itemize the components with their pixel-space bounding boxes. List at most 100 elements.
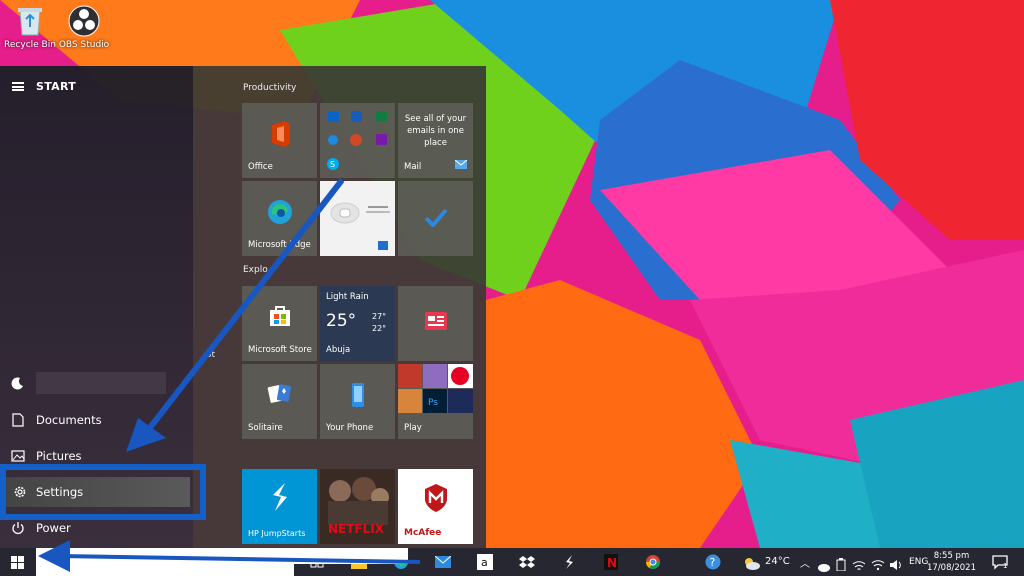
windows-logo-icon <box>10 555 24 569</box>
start-item-label: Documents <box>36 413 102 427</box>
start-tiles-area: Productivity Explo ot Office S See all o… <box>193 66 486 548</box>
tile-label: Microsoft Store <box>248 345 312 355</box>
svg-text:N: N <box>607 556 617 570</box>
hamburger-menu-icon[interactable] <box>12 82 24 91</box>
file-explorer-icon[interactable] <box>342 548 376 576</box>
task-view-icon[interactable] <box>300 548 334 576</box>
clock-time: 8:55 pm <box>933 551 970 561</box>
tile-label: Play <box>404 423 422 433</box>
network-icon[interactable] <box>852 556 866 575</box>
play-apps-grid: Ps <box>398 364 473 413</box>
weather-city: Abuja <box>326 345 351 355</box>
settings-highlight-box <box>0 464 206 520</box>
tile-label: Microsoft Edge <box>248 240 311 250</box>
tile-hp-jumpstarts[interactable]: HP JumpStarts <box>242 469 317 544</box>
group-label-productivity: Productivity <box>243 83 297 93</box>
tile-office-apps-folder[interactable]: S <box>320 103 395 178</box>
mcafee-shield-icon <box>398 483 473 513</box>
recycle-bin-icon <box>13 4 47 38</box>
tile-office[interactable]: Office <box>242 103 317 178</box>
tile-news[interactable] <box>398 286 473 361</box>
tile-netflix[interactable]: NETFLIX <box>320 469 395 544</box>
user-account-item[interactable] <box>0 368 193 398</box>
phone-icon <box>320 382 395 408</box>
tile-label: Office <box>248 162 273 172</box>
taskbar-search-box[interactable] <box>36 548 294 576</box>
tile-mcafee[interactable]: McAfee <box>398 469 473 544</box>
obs-studio-icon <box>67 4 101 38</box>
tile-label: HP JumpStarts <box>248 529 306 538</box>
desktop-icon-obs-studio[interactable]: OBS Studio <box>54 4 114 50</box>
power-icon <box>0 521 36 535</box>
svg-text:?: ? <box>710 556 716 569</box>
mail-tile-text: See all of your emails in one place <box>404 114 467 148</box>
tile-todo[interactable] <box>398 181 473 256</box>
group-label-explore: Explo <box>243 265 268 275</box>
netflix-logo-text: NETFLIX <box>328 522 384 536</box>
desktop-icon-label: OBS Studio <box>58 40 110 50</box>
taskbar-temperature[interactable]: 24°C <box>765 556 790 567</box>
weather-condition: Light Rain <box>326 292 369 302</box>
notification-count-badge: 1 <box>1003 562 1008 570</box>
svg-text:S: S <box>330 160 335 169</box>
battery-icon[interactable] <box>836 556 846 575</box>
group-label-cut: ot <box>206 350 216 360</box>
weather-high: 27° <box>372 312 387 321</box>
tile-mail[interactable]: See all of your emails in one place Mail <box>398 103 473 178</box>
start-item-label: Pictures <box>36 449 82 463</box>
netflix-taskbar-icon[interactable]: N <box>594 548 628 576</box>
mail-taskbar-icon[interactable] <box>426 548 460 576</box>
tile-live-photo[interactable] <box>320 181 395 256</box>
tile-label: Solitaire <box>248 423 283 433</box>
tile-microsoft-edge[interactable]: Microsoft Edge <box>242 181 317 256</box>
solitaire-cards-icon <box>242 382 317 406</box>
tile-label: Your Phone <box>326 423 374 433</box>
svg-text:a: a <box>481 556 488 569</box>
office-icon <box>242 121 317 147</box>
windows-start-button[interactable] <box>0 548 34 576</box>
start-title: START <box>36 80 77 93</box>
documents-icon <box>0 413 36 427</box>
taskbar-clock[interactable]: 8:55 pm 17/08/2021 <box>927 550 976 574</box>
edge-icon <box>242 199 317 225</box>
chrome-icon[interactable] <box>636 548 670 576</box>
start-header[interactable]: START <box>12 80 76 93</box>
onedrive-icon[interactable] <box>816 557 830 576</box>
svg-text:Ps: Ps <box>428 398 438 408</box>
tile-label: McAfee <box>404 528 442 538</box>
user-name-blurred <box>36 372 166 394</box>
user-avatar-icon <box>0 376 36 390</box>
start-item-label: Power <box>36 521 71 535</box>
weather-taskbar-icon[interactable] <box>742 555 760 574</box>
tile-weather[interactable]: Light Rain 25° 27° 22° Abuja <box>320 286 395 361</box>
news-icon <box>398 312 473 330</box>
hp-jumpstart-taskbar-icon[interactable] <box>552 548 586 576</box>
office-apps-icons: S <box>327 111 387 170</box>
input-language[interactable]: ENG <box>909 557 928 567</box>
tile-label: Mail <box>404 162 422 172</box>
volume-icon[interactable] <box>889 556 903 575</box>
earbuds-photo <box>330 202 390 250</box>
start-item-documents[interactable]: Documents <box>0 405 193 435</box>
tile-play[interactable]: Ps Play <box>398 364 473 439</box>
edge-taskbar-icon[interactable] <box>384 548 418 576</box>
weather-low: 22° <box>372 324 387 333</box>
weather-temp: 25° <box>326 311 357 331</box>
wifi-icon[interactable] <box>871 556 885 575</box>
help-icon[interactable]: ? <box>705 554 721 574</box>
mail-envelope-icon <box>454 159 468 172</box>
tile-microsoft-store[interactable]: Microsoft Store <box>242 286 317 361</box>
taskbar: a N ? 24°C ︿ ENG 8:55 pm 17/08/2021 1 <box>0 548 1024 576</box>
hp-jumpstarts-icon <box>242 481 317 513</box>
taskbar-pinned-apps: a N <box>300 548 670 576</box>
checkmark-icon <box>398 207 473 227</box>
desktop-icon-recycle-bin[interactable]: Recycle Bin <box>0 4 60 50</box>
pictures-icon <box>0 450 36 462</box>
desktop-icon-label: Recycle Bin <box>4 40 56 50</box>
dropbox-icon[interactable] <box>510 548 544 576</box>
tray-overflow-chevron-icon[interactable]: ︿ <box>800 555 810 570</box>
tile-your-phone[interactable]: Your Phone <box>320 364 395 439</box>
amazon-icon[interactable]: a <box>468 548 502 576</box>
tile-solitaire[interactable]: Solitaire <box>242 364 317 439</box>
store-bag-icon <box>242 304 317 328</box>
